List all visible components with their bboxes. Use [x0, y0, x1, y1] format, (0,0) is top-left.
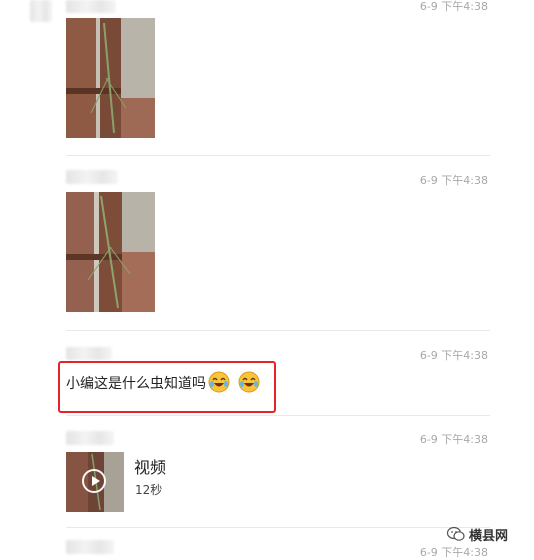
message-timestamp: 6-9 下午4:38 [419, 546, 488, 559]
video-duration: 12秒 [135, 483, 163, 497]
divider [66, 155, 490, 156]
divider [66, 330, 490, 331]
laugh-cry-emoji [238, 371, 260, 393]
watermark-text: 横县网 [469, 528, 509, 544]
message-timestamp: 6-9 下午4:38 [419, 174, 488, 187]
message-photo[interactable] [66, 18, 155, 138]
play-icon[interactable] [82, 469, 106, 493]
message-text: 小编这是什么虫知道吗 [66, 376, 206, 392]
wechat-logo-icon [446, 526, 465, 541]
divider [66, 527, 490, 528]
message-photo[interactable] [66, 192, 155, 312]
laugh-cry-emoji [208, 371, 230, 393]
watermark: 横县网 [446, 524, 508, 544]
avatar-blurred [30, 0, 52, 22]
username-blurred [66, 170, 118, 184]
username-blurred [66, 347, 112, 360]
username-blurred [66, 431, 114, 445]
message-timestamp: 6-9 下午4:38 [419, 433, 488, 446]
video-title: 视频 [134, 458, 167, 477]
message-timestamp: 6-9 下午4:38 [419, 349, 488, 362]
divider [66, 415, 490, 416]
message-timestamp: 6-9 下午4:38 [419, 0, 488, 13]
video-thumbnail[interactable] [66, 452, 124, 512]
username-blurred [66, 0, 116, 13]
username-blurred [66, 540, 114, 554]
